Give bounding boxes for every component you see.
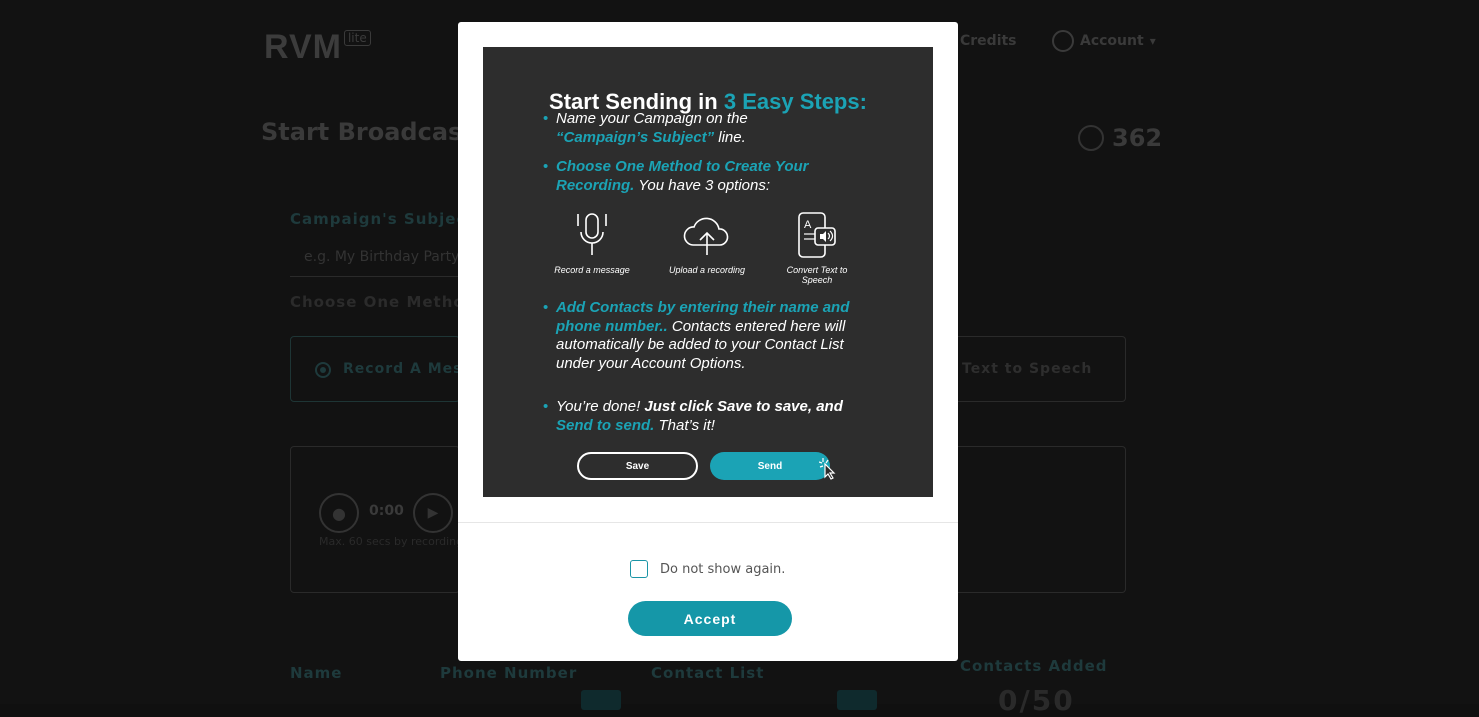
column-name: Name: [290, 664, 343, 682]
step4-bold: Just click Save to save, and: [644, 398, 843, 415]
play-icon[interactable]: ▶: [413, 493, 453, 533]
option-tts: A Convert Text to Speech: [772, 211, 862, 285]
cursor-click-icon: [819, 458, 836, 480]
page-title: Start Broadcasting: [261, 118, 461, 146]
do-not-show-label[interactable]: Do not show again.: [660, 562, 785, 577]
recorder-panel-right: [958, 446, 1126, 593]
logo-text: RVM: [264, 28, 342, 66]
do-not-show-checkbox[interactable]: [630, 560, 648, 578]
step1-end: line.: [718, 128, 746, 146]
step-2: • Choose One Method to Create Your Recor…: [543, 158, 809, 194]
step4-highlight: Send to send.: [556, 416, 655, 434]
subject-placeholder: e.g. My Birthday Party: [304, 249, 460, 265]
subject-label: Campaign's Subject: [290, 210, 460, 228]
recorder-time: 0:00: [369, 503, 404, 519]
app-logo[interactable]: RVM lite: [264, 28, 371, 67]
credit-balance: 362: [1078, 124, 1162, 152]
option-record-caption: Record a message: [554, 265, 630, 275]
do-not-show-option[interactable]: Do not show again.: [630, 560, 785, 578]
contacts-added-label: Contacts Added: [960, 657, 1108, 675]
method-label: Choose One Method: [290, 293, 460, 311]
cloud-upload-icon: [683, 217, 729, 255]
method-record-option[interactable]: Record A Message: [290, 336, 503, 402]
globe-icon: [1052, 30, 1074, 52]
method-tts-label: Text to Speech: [962, 361, 1093, 377]
option-upload: Upload a recording: [662, 211, 752, 275]
account-menu[interactable]: Account ▾: [1052, 30, 1156, 52]
balance-value: 362: [1112, 124, 1163, 152]
illustration-send-button: Send: [710, 452, 830, 480]
step1-highlight: “Campaign’s Subject”: [556, 128, 715, 146]
text-to-speech-icon: A: [798, 212, 836, 258]
contacts-added-count: 0/50: [998, 684, 1075, 717]
onboarding-modal: Start Sending in 3 Easy Steps: • Name yo…: [458, 22, 958, 661]
column-contact-list: Contact List: [651, 664, 765, 682]
step-3: • Add Contacts by entering their name an…: [543, 299, 850, 372]
microphone-icon: [577, 213, 607, 255]
option-tts-caption: Convert Text to Speech: [786, 265, 848, 285]
step1-text: Name your Campaign on the: [556, 110, 748, 127]
logo-badge: lite: [343, 30, 371, 46]
column-phone: Phone Number: [440, 664, 578, 682]
microphone-icon[interactable]: ●: [319, 493, 359, 533]
credits-link[interactable]: Credits: [960, 33, 1017, 49]
recorder-hint: Max. 60 secs by recording: [319, 535, 459, 548]
option-record: Record a message: [547, 211, 637, 275]
accept-button[interactable]: Accept: [628, 601, 792, 636]
radio-selected-icon: [315, 362, 331, 378]
method-tts-option[interactable]: Text to Speech: [958, 336, 1126, 402]
chevron-down-icon: ▾: [1149, 34, 1156, 48]
instructions-panel: Start Sending in 3 Easy Steps: • Name yo…: [483, 47, 933, 497]
piggy-bank-icon: [1078, 125, 1104, 151]
illustration-save-button: Save: [577, 452, 698, 480]
step2-text: You have 3 options:: [638, 176, 771, 194]
modal-divider: [458, 522, 958, 523]
phone-add-button[interactable]: [581, 690, 621, 710]
recorder-panel: ● 0:00 ▶ Max. 60 secs by recording: [290, 446, 460, 593]
account-label: Account: [1080, 33, 1144, 49]
option-upload-caption: Upload a recording: [668, 265, 746, 275]
list-add-button[interactable]: [837, 690, 877, 710]
step4-end: That’s it!: [658, 416, 715, 434]
svg-text:A: A: [804, 219, 812, 231]
step-4: • You’re done! Just click Save to save, …: [543, 398, 843, 434]
step-1: • Name your Campaign on the “Campaign’s …: [543, 110, 748, 146]
subject-input[interactable]: e.g. My Birthday Party: [290, 242, 460, 277]
step4-text: You’re done!: [556, 398, 641, 415]
